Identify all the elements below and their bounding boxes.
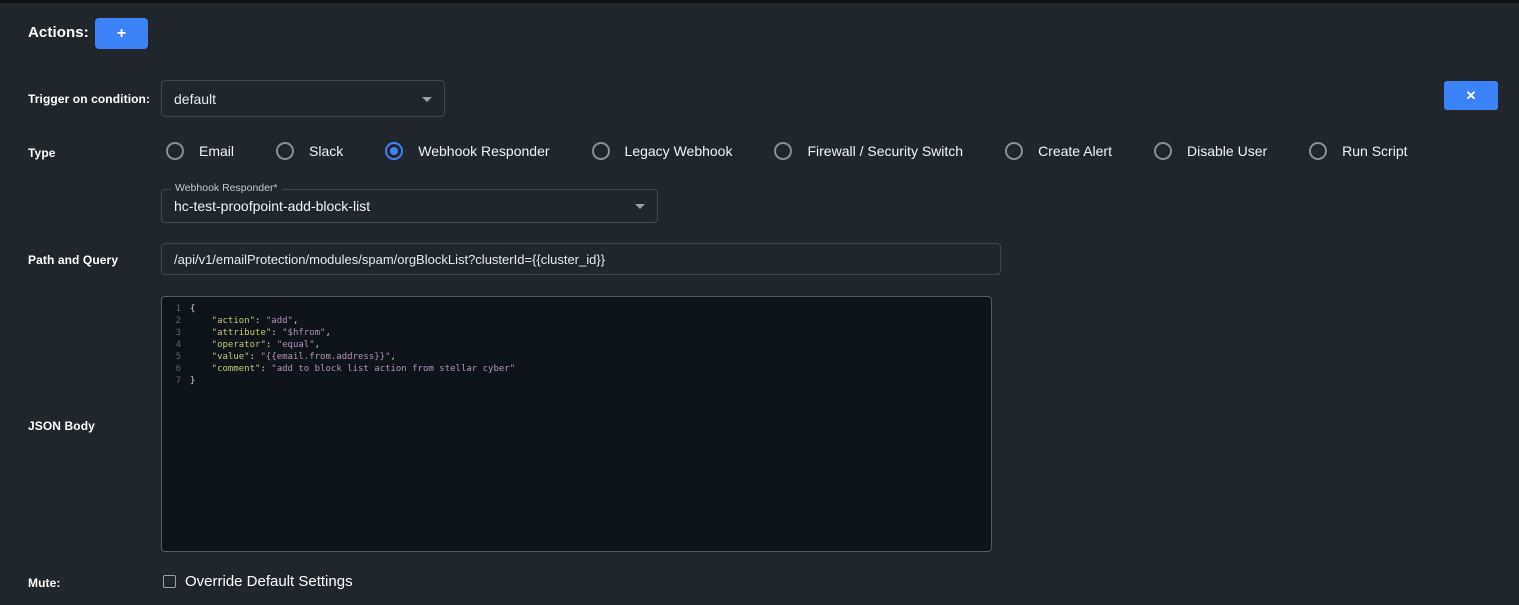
code-line: 3 "attribute": "$hfrom", bbox=[162, 327, 991, 339]
json-punct: } bbox=[190, 376, 195, 386]
plus-icon: + bbox=[117, 25, 126, 43]
type-option-label: Slack bbox=[309, 143, 343, 159]
code-text: "operator": "equal", bbox=[190, 339, 320, 351]
type-option-disable-user[interactable]: Disable User bbox=[1154, 142, 1267, 160]
code-text: { bbox=[190, 303, 195, 315]
code-line: 7} bbox=[162, 375, 991, 387]
json-punct: { bbox=[190, 304, 195, 314]
webhook-responder-select[interactable]: Webhook Responder* hc-test-proofpoint-ad… bbox=[161, 189, 658, 223]
code-line: 1{ bbox=[162, 303, 991, 315]
radio-icon bbox=[774, 142, 792, 160]
code-text: } bbox=[190, 375, 195, 387]
line-number: 5 bbox=[162, 351, 190, 363]
remove-action-button[interactable]: ✕ bbox=[1444, 81, 1498, 110]
json-punct: , bbox=[325, 328, 330, 338]
code-text: "comment": "add to block list action fro… bbox=[190, 363, 515, 375]
action-editor-panel: Actions: + Trigger on condition: default… bbox=[0, 0, 1519, 605]
json-key: "action" bbox=[190, 316, 255, 326]
chevron-down-icon bbox=[635, 204, 645, 209]
code-line: 2 "action": "add", bbox=[162, 315, 991, 327]
type-option-label: Disable User bbox=[1187, 143, 1267, 159]
json-punct: , bbox=[391, 352, 396, 362]
type-option-webhook-responder[interactable]: Webhook Responder bbox=[385, 142, 549, 160]
radio-icon bbox=[166, 142, 184, 160]
type-option-create-alert[interactable]: Create Alert bbox=[1005, 142, 1112, 160]
json-punct: : bbox=[255, 316, 266, 326]
radio-icon bbox=[1309, 142, 1327, 160]
line-number: 2 bbox=[162, 315, 190, 327]
type-option-label: Run Script bbox=[1342, 143, 1407, 159]
override-default-settings-checkbox[interactable] bbox=[163, 575, 176, 588]
line-number: 3 bbox=[162, 327, 190, 339]
path-query-label: Path and Query bbox=[28, 253, 118, 267]
code-text: "action": "add", bbox=[190, 315, 298, 327]
trigger-condition-select[interactable]: default bbox=[161, 80, 445, 117]
json-punct: , bbox=[293, 316, 298, 326]
add-action-button[interactable]: + bbox=[95, 18, 148, 49]
type-option-email[interactable]: Email bbox=[166, 142, 234, 160]
line-number: 6 bbox=[162, 363, 190, 375]
json-value: "equal" bbox=[277, 340, 315, 350]
json-key: "operator" bbox=[190, 340, 266, 350]
json-value: "add" bbox=[266, 316, 293, 326]
code-text: "attribute": "$hfrom", bbox=[190, 327, 331, 339]
override-default-settings-label: Override Default Settings bbox=[185, 573, 353, 590]
json-key: "attribute" bbox=[190, 328, 271, 338]
type-option-firewall-security-switch[interactable]: Firewall / Security Switch bbox=[774, 142, 963, 160]
webhook-responder-value: hc-test-proofpoint-add-block-list bbox=[174, 198, 370, 214]
json-punct: : bbox=[260, 364, 271, 374]
radio-icon bbox=[276, 142, 294, 160]
top-edge-divider bbox=[0, 0, 1519, 3]
type-option-label: Firewall / Security Switch bbox=[807, 143, 963, 159]
webhook-responder-float-label: Webhook Responder* bbox=[171, 182, 282, 194]
line-number: 4 bbox=[162, 339, 190, 351]
json-punct: , bbox=[315, 340, 320, 350]
type-option-label: Create Alert bbox=[1038, 143, 1112, 159]
mute-label: Mute: bbox=[28, 576, 61, 590]
json-value: "$hfrom" bbox=[282, 328, 325, 338]
json-key: "comment" bbox=[190, 364, 260, 374]
code-text: "value": "{{email.from.address}}", bbox=[190, 351, 396, 363]
trigger-condition-value: default bbox=[174, 91, 216, 107]
code-line: 6 "comment": "add to block list action f… bbox=[162, 363, 991, 375]
json-punct: : bbox=[271, 328, 282, 338]
json-body-label: JSON Body bbox=[28, 419, 95, 433]
json-body-editor[interactable]: 1{2 "action": "add",3 "attribute": "$hfr… bbox=[161, 296, 992, 552]
actions-label: Actions: bbox=[28, 24, 89, 41]
code-line: 5 "value": "{{email.from.address}}", bbox=[162, 351, 991, 363]
line-number: 1 bbox=[162, 303, 190, 315]
path-query-input[interactable] bbox=[161, 243, 1001, 275]
code-line: 4 "operator": "equal", bbox=[162, 339, 991, 351]
type-option-legacy-webhook[interactable]: Legacy Webhook bbox=[592, 142, 733, 160]
type-radio-group: Email Slack Webhook Responder Legacy Webhoo… bbox=[166, 142, 1408, 160]
radio-icon bbox=[1154, 142, 1172, 160]
json-value: "add to block list action from stellar c… bbox=[271, 364, 515, 374]
type-option-label: Email bbox=[199, 143, 234, 159]
type-label: Type bbox=[28, 146, 56, 160]
type-option-label: Webhook Responder bbox=[418, 143, 549, 159]
type-option-label: Legacy Webhook bbox=[625, 143, 733, 159]
trigger-condition-label: Trigger on condition: bbox=[28, 92, 150, 106]
json-value: "{{email.from.address}}" bbox=[260, 352, 390, 362]
json-key: "value" bbox=[190, 352, 250, 362]
radio-icon bbox=[592, 142, 610, 160]
type-option-slack[interactable]: Slack bbox=[276, 142, 343, 160]
radio-icon bbox=[1005, 142, 1023, 160]
json-punct: : bbox=[250, 352, 261, 362]
line-number: 7 bbox=[162, 375, 190, 387]
chevron-down-icon bbox=[422, 97, 432, 102]
close-icon: ✕ bbox=[1466, 88, 1477, 104]
radio-selected-icon bbox=[385, 142, 403, 160]
json-punct: : bbox=[266, 340, 277, 350]
type-option-run-script[interactable]: Run Script bbox=[1309, 142, 1407, 160]
